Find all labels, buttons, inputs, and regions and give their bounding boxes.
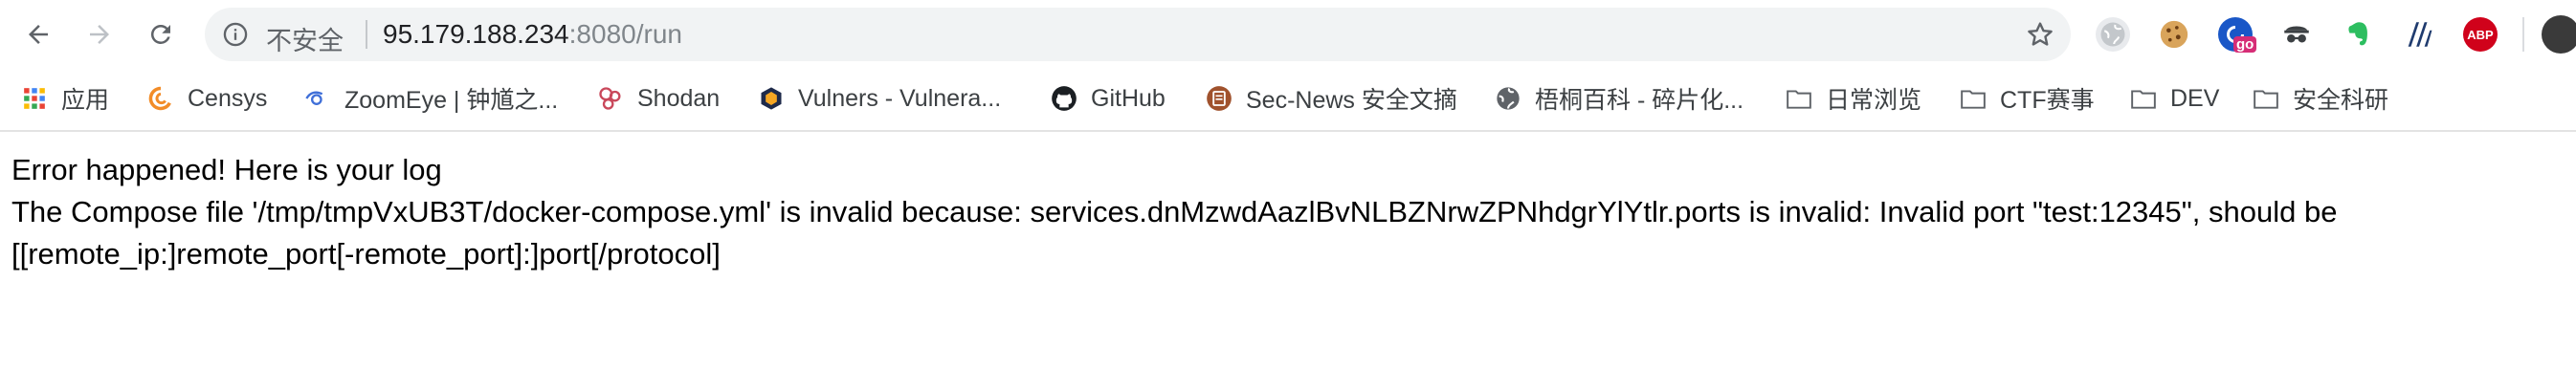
bookmark-label: Vulners - Vulnera... [798, 84, 1002, 112]
back-arrow-icon [29, 25, 48, 44]
go-extension-icon[interactable]: go [2218, 17, 2257, 53]
error-log-format: [[remote_ip:]remote_port[-remote_port]:]… [11, 237, 721, 271]
evernote-extension-icon[interactable] [2341, 17, 2375, 52]
folder-icon [2130, 85, 2157, 112]
abp-label: ABP [2467, 27, 2494, 42]
reload-icon [150, 24, 170, 44]
error-log-line: The Compose file '/tmp/tmpVxUB3T/docker-… [11, 195, 2338, 228]
bookmark-label: Sec-News 安全文摘 [1246, 87, 1457, 114]
browser-toolbar: 不安全 95.179.188.234:8080/run go ABP [0, 0, 2576, 69]
bookmark-label: 安全科研 [2293, 87, 2389, 114]
apps-grid-icon [21, 85, 48, 112]
info-icon[interactable] [222, 21, 249, 48]
shodan-icon [597, 85, 624, 112]
profile-avatar[interactable] [2542, 15, 2576, 54]
bookmark-folder-ctf[interactable]: CTF赛事 [1960, 81, 2095, 116]
url-host: 95.179.188.234 [383, 19, 569, 49]
vulners-icon [758, 85, 785, 112]
url-path: :8080/run [568, 19, 682, 49]
forward-button[interactable] [80, 15, 119, 54]
bookmark-folder-daily[interactable]: 日常浏览 [1786, 81, 1921, 116]
bookmarks-bar: 应用 Censys ZoomEye | 钟馗之... Shodan Vulner… [0, 69, 2576, 132]
bookmark-label: CTF赛事 [2000, 87, 2095, 114]
bookmark-zoomeye[interactable]: ZoomEye | 钟馗之... [304, 81, 558, 116]
bookmark-github[interactable]: GitHub [1051, 81, 1166, 116]
url-text[interactable]: 95.179.188.234:8080/run [383, 19, 682, 50]
bookmark-label: Shodan [637, 84, 721, 112]
globe-extension-icon[interactable] [2096, 17, 2130, 52]
bookmark-label: DEV [2170, 84, 2220, 112]
toolbar-divider [2522, 17, 2524, 52]
bookmark-star-icon[interactable] [2025, 19, 2055, 50]
globe-icon [1495, 85, 1521, 112]
bookmark-wutong[interactable]: 梧桐百科 - 碎片化... [1495, 81, 1743, 116]
censys-icon [147, 85, 174, 112]
bookmark-label: ZoomEye | 钟馗之... [344, 87, 559, 114]
bookmark-label: Censys [188, 84, 268, 112]
bookmark-label: 梧桐百科 - 碎片化... [1535, 87, 1744, 114]
bookmark-label: 日常浏览 [1826, 87, 1922, 114]
secnews-icon [1206, 85, 1232, 112]
cookie-extension-icon[interactable] [2157, 17, 2191, 52]
bookmark-censys[interactable]: Censys [147, 81, 267, 116]
bookmark-folder-dev[interactable]: DEV [2130, 81, 2219, 116]
bookmark-secnews[interactable]: Sec-News 安全文摘 [1206, 81, 1457, 116]
abp-extension-icon[interactable]: ABP [2463, 17, 2498, 52]
reload-button[interactable] [142, 15, 180, 54]
github-icon [1051, 85, 1077, 112]
bookmark-apps[interactable]: 应用 [21, 81, 109, 116]
a-extension-icon[interactable] [2402, 17, 2436, 52]
go-badge: go [2233, 36, 2257, 53]
page-content: Error happened! Here is your log The Com… [11, 149, 2566, 275]
back-button[interactable] [19, 15, 57, 54]
spy-extension-icon[interactable] [2279, 17, 2314, 52]
bookmark-label: 应用 [61, 87, 110, 114]
bookmark-label: GitHub [1091, 84, 1166, 112]
security-status-label[interactable]: 不安全 [266, 20, 344, 57]
zoomeye-icon [304, 85, 331, 112]
forward-arrow-icon [90, 25, 109, 44]
bookmark-shodan[interactable]: Shodan [597, 81, 720, 116]
error-heading: Error happened! Here is your log [11, 153, 442, 186]
omnibox-divider [366, 20, 367, 49]
bookmark-folder-research[interactable]: 安全科研 [2253, 81, 2388, 116]
folder-icon [1786, 85, 1812, 112]
bookmark-vulners[interactable]: Vulners - Vulnera... [758, 81, 1001, 116]
address-bar[interactable]: 不安全 95.179.188.234:8080/run [205, 8, 2071, 61]
folder-icon [2253, 85, 2279, 112]
folder-icon [1960, 85, 1987, 112]
